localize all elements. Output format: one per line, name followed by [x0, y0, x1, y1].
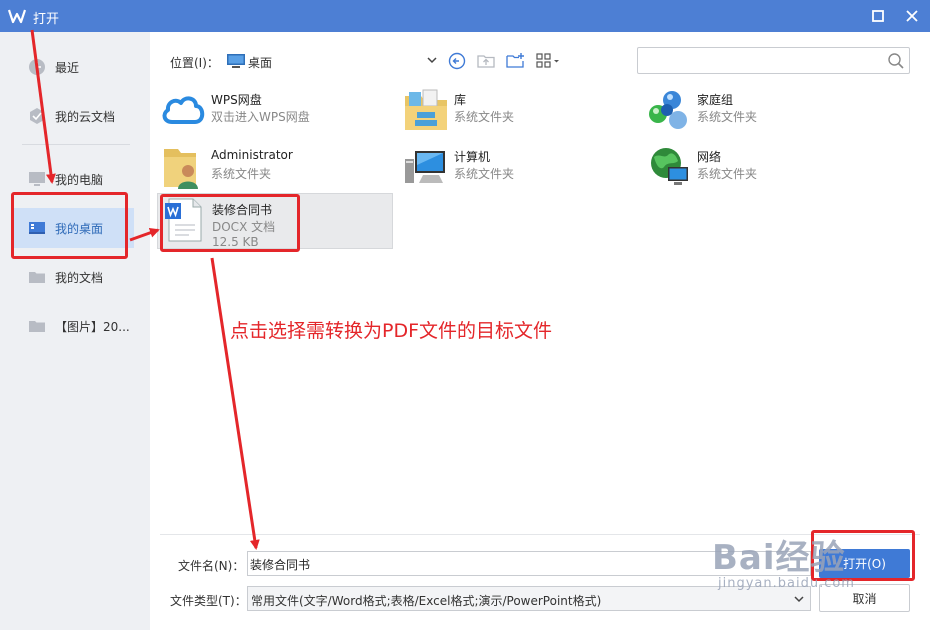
file-type: 系统文件夹 [697, 167, 758, 181]
baidu-watermark: Bai经验 jingyan.baidu.com [712, 530, 854, 591]
up-folder-icon [477, 55, 495, 68]
filetype-label: 文件类型(T)： [170, 594, 247, 608]
file-name: 计算机 [454, 150, 491, 164]
file-type: 系统文件夹 [454, 110, 515, 124]
watermark-sub: jingyan.baidu.com [718, 576, 855, 591]
new-folder-button[interactable] [504, 50, 526, 72]
location-dropdown[interactable]: 桌面 [222, 49, 442, 73]
back-button[interactable] [446, 50, 468, 72]
highlight-box-sidebar [11, 192, 128, 259]
title-bar: 打开 [0, 0, 930, 32]
sidebar-item-recent[interactable]: 最近 [14, 47, 134, 87]
close-button[interactable] [902, 6, 922, 26]
folder-icon [28, 317, 46, 335]
sidebar-item-label: 我的云文档 [55, 109, 116, 124]
watermark-main: Bai经验 [712, 538, 846, 578]
file-name: 家庭组 [697, 93, 734, 107]
grid-view-icon [536, 53, 559, 68]
chevron-down-icon [427, 57, 437, 64]
file-name: WPS网盘 [211, 93, 262, 107]
sidebar-item-label: 我的电脑 [55, 172, 104, 187]
file-type: 系统文件夹 [454, 167, 515, 181]
wps-logo-icon [8, 9, 26, 24]
file-item-library[interactable]: 库 系统文件夹 [400, 84, 636, 138]
search-box[interactable] [637, 47, 910, 74]
file-item-homegroup[interactable]: 家庭组 系统文件夹 [643, 84, 879, 138]
window-title: 打开 [33, 12, 60, 27]
file-item-wps-cloud[interactable]: WPS网盘 双击进入WPS网盘 [157, 84, 393, 138]
library-icon [405, 89, 447, 130]
filetype-value: 常用文件(文字/Word格式;表格/Excel格式;演示/PowerPoint格… [251, 594, 602, 608]
sidebar-divider [22, 144, 130, 145]
up-folder-button[interactable] [475, 50, 497, 72]
desktop-icon [227, 54, 245, 68]
new-folder-icon [506, 53, 524, 68]
file-item-administrator[interactable]: Administrator 系统文件夹 [157, 141, 393, 195]
sidebar-item-label: 【图片】20... [55, 319, 130, 334]
sidebar-item-pictures-folder[interactable]: 【图片】20... [14, 306, 134, 346]
file-type: 双击进入WPS网盘 [211, 110, 310, 124]
location-value: 桌面 [248, 56, 273, 70]
network-icon [651, 148, 688, 185]
sidebar: 最近 我的云文档 我的电脑 我的桌面 我的文档 【图片】20... [0, 32, 150, 630]
file-type: 系统文件夹 [211, 167, 272, 181]
maximize-icon [872, 10, 884, 22]
arrow-to-filename [210, 257, 260, 550]
file-name: 库 [454, 93, 467, 107]
chevron-down-icon [794, 596, 804, 603]
search-icon[interactable] [887, 52, 905, 70]
location-label: 位置(I)： [170, 56, 219, 70]
file-name: 网络 [697, 150, 722, 164]
view-mode-button[interactable] [534, 50, 562, 72]
homegroup-icon [649, 91, 687, 129]
sidebar-item-label: 最近 [55, 60, 80, 75]
sidebar-item-label: 我的文档 [55, 270, 104, 285]
cloud-icon [162, 96, 205, 124]
cloud-docs-icon [28, 107, 46, 125]
computer-icon [405, 151, 445, 183]
highlight-box-file [160, 194, 300, 252]
sidebar-item-my-documents[interactable]: 我的文档 [14, 257, 134, 297]
cancel-button-label: 取消 [852, 591, 877, 606]
file-name: Administrator [211, 148, 293, 162]
back-arrow-icon [448, 52, 466, 70]
search-input[interactable] [644, 52, 879, 70]
computer-icon [28, 170, 46, 188]
file-item-computer[interactable]: 计算机 系统文件夹 [400, 141, 636, 195]
sidebar-item-cloud-docs[interactable]: 我的云文档 [14, 96, 134, 136]
folder-icon [28, 268, 46, 286]
file-type: 系统文件夹 [697, 110, 758, 124]
maximize-button[interactable] [868, 6, 888, 26]
user-folder-icon [164, 149, 198, 189]
close-icon [906, 10, 918, 22]
annotation-text: 点击选择需转换为PDF文件的目标文件 [230, 320, 553, 342]
file-item-network[interactable]: 网络 系统文件夹 [643, 141, 879, 195]
filename-label: 文件名(N)： [178, 559, 245, 573]
clock-icon [28, 58, 46, 76]
